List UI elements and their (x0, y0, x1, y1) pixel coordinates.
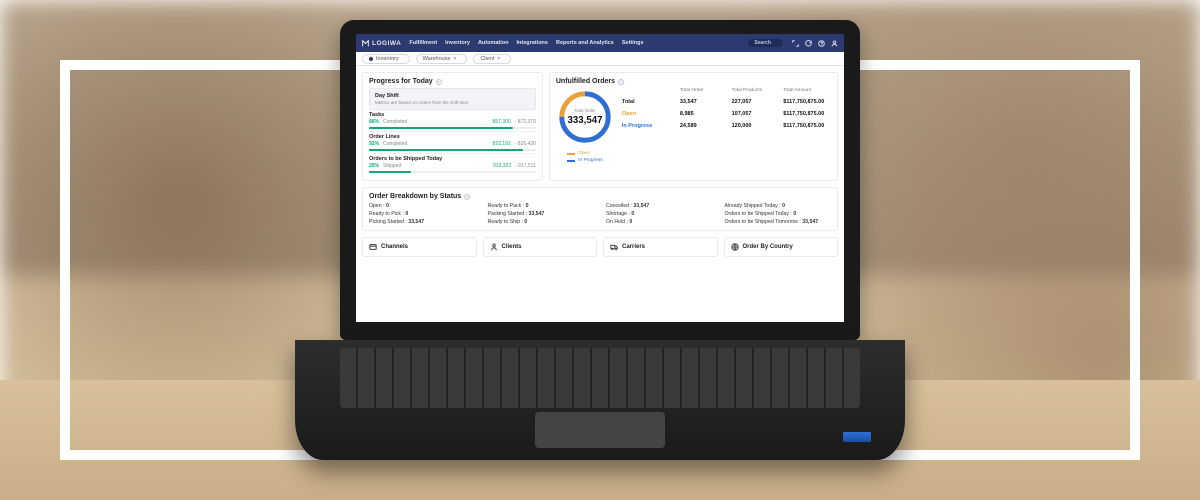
help-icon[interactable] (817, 39, 825, 47)
progress-metric: Tasks 86%Completed 857,300 - 872,370 (369, 110, 536, 132)
breakdown-item: Open : 0 (369, 203, 476, 209)
svg-text:333,547: 333,547 (567, 115, 602, 126)
brand-logo[interactable]: LOGIWA (362, 40, 401, 47)
breakdown-item: Picking Started : 33,547 (369, 219, 476, 225)
brand-text: LOGIWA (372, 40, 401, 47)
refresh-icon[interactable] (804, 39, 812, 47)
nav-settings[interactable]: Settings (622, 40, 644, 46)
top-nav-bar: LOGIWA Fulfillment Inventory Automation … (356, 34, 844, 52)
progress-metric: Order Lines 92%Completed 822,192 - 826,4… (369, 132, 536, 154)
breakdown-title: Order Breakdown by Status (369, 193, 461, 200)
filter-inventory[interactable]: Inventory (362, 54, 410, 64)
sub-panel[interactable]: Channels (362, 237, 477, 257)
shift-sub: Metrics are based on orders from the shi… (375, 100, 530, 105)
sub-panel[interactable]: Order By Country (724, 237, 839, 257)
breakdown-item: Orders to be Shipped Today : 0 (725, 211, 832, 217)
nav-reports[interactable]: Reports and Analytics (556, 40, 614, 46)
progress-panel: Progress for Todayi Day Shift Metrics ar… (362, 72, 543, 181)
nav-automation[interactable]: Automation (478, 40, 509, 46)
filter-bar: Inventory Warehouse▾ Client▾ (356, 52, 844, 66)
info-icon[interactable]: i (464, 194, 470, 200)
filter-client[interactable]: Client▾ (473, 54, 511, 64)
breakdown-item: Shortage : 0 (606, 211, 713, 217)
screen-bezel: LOGIWA Fulfillment Inventory Automation … (340, 20, 860, 340)
breakdown-item: On Hold : 0 (606, 219, 713, 225)
info-icon[interactable]: i (618, 79, 624, 85)
app-screen: LOGIWA Fulfillment Inventory Automation … (356, 34, 844, 322)
nav-inventory[interactable]: Inventory (445, 40, 470, 46)
logo-icon (362, 40, 369, 47)
laptop-keyboard (295, 340, 905, 460)
breakdown-item: Already Shipped Today : 0 (725, 203, 832, 209)
nav-integrations[interactable]: Integrations (517, 40, 548, 46)
svg-text:Total Order: Total Order (574, 108, 596, 113)
progress-metric: Orders to be Shipped Today 25%Shipped 91… (369, 154, 536, 175)
sub-panel[interactable]: Carriers (603, 237, 718, 257)
nav-fulfillment[interactable]: Fulfillment (409, 40, 437, 46)
total-order-ring: Total Order 333,547 Open In Progress (556, 88, 614, 163)
shift-title: Day Shift (375, 93, 399, 99)
breakdown-item: Ready to Pick : 0 (369, 211, 476, 217)
progress-title: Progress for Today (369, 78, 433, 85)
breakdown-item: Orders to be Shipped Tomorrow : 33,547 (725, 219, 832, 225)
top-icon-group (791, 39, 838, 47)
user-icon[interactable] (830, 39, 838, 47)
expand-icon[interactable] (791, 39, 799, 47)
unfulfilled-panel: Unfulfilled Ordersi Total Order 333,547 … (549, 72, 838, 181)
search-input[interactable]: Search (748, 39, 783, 47)
main-nav: Fulfillment Inventory Automation Integra… (409, 40, 643, 46)
donut-chart-icon: Total Order 333,547 (556, 88, 614, 146)
unfulfilled-stats-grid: Total OrderTotal ProductsTotal AmountTot… (622, 88, 831, 163)
unfulfilled-title: Unfulfilled Orders (556, 78, 615, 85)
sub-panel[interactable]: Clients (483, 237, 598, 257)
laptop: LOGIWA Fulfillment Inventory Automation … (340, 20, 860, 460)
shift-card: Day Shift Metrics are based on orders fr… (369, 88, 536, 110)
breakdown-item: Packing Started : 33,547 (488, 211, 595, 217)
info-icon[interactable]: i (436, 79, 442, 85)
order-breakdown-panel: Order Breakdown by Statusi Open : 0 Ready… (362, 187, 838, 231)
filter-warehouse[interactable]: Warehouse▾ (416, 54, 468, 64)
breakdown-item: Cancelled : 33,547 (606, 203, 713, 209)
breakdown-item: Ready to Pack : 0 (488, 203, 595, 209)
breakdown-item: Ready to Ship : 0 (488, 219, 595, 225)
